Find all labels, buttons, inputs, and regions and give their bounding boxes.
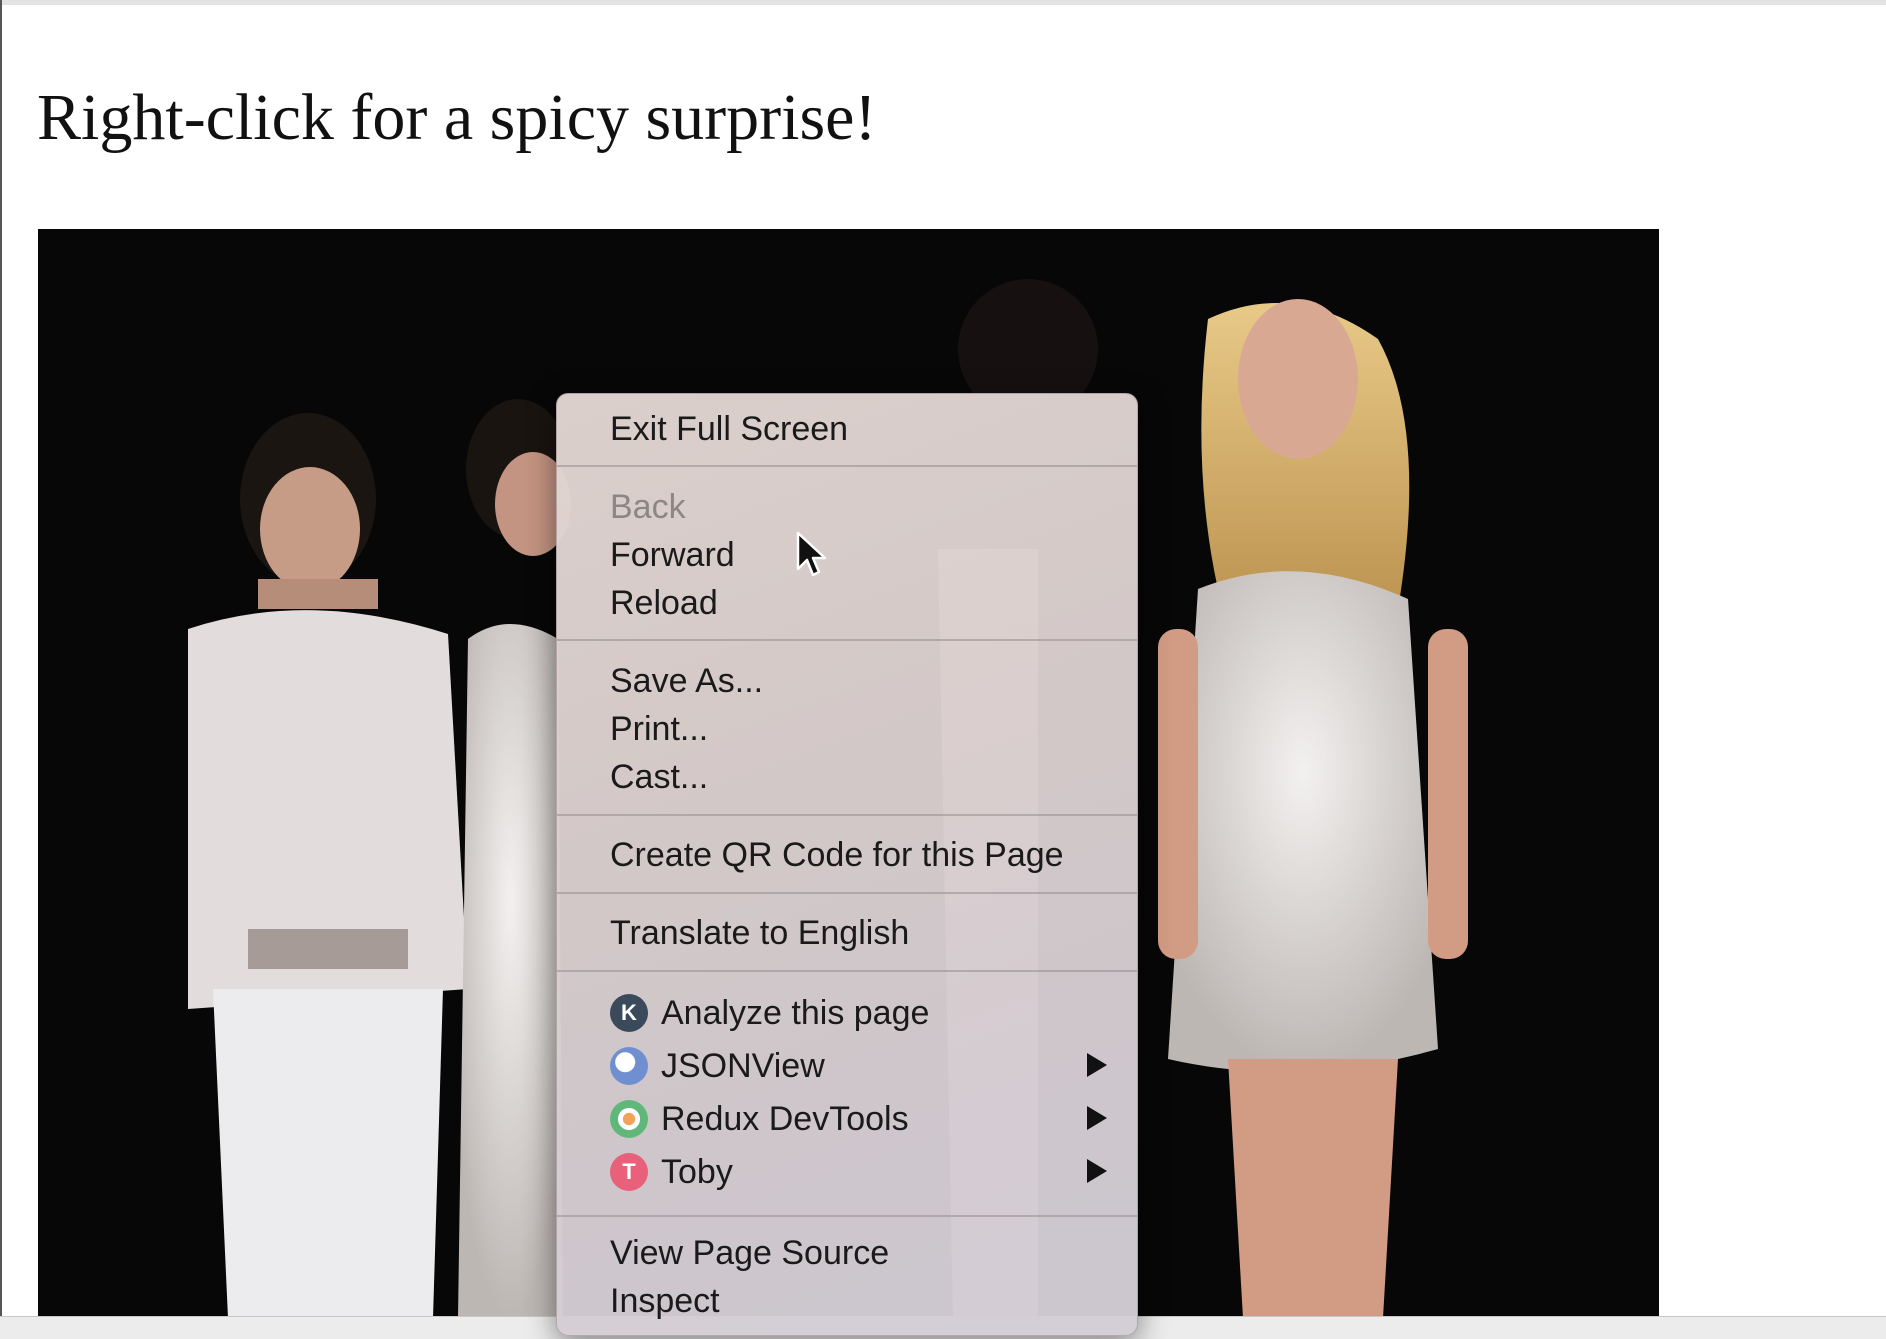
submenu-arrow-icon	[1087, 1053, 1107, 1077]
menu-item-label: Toby	[661, 1153, 733, 1191]
menu-item-label: Reload	[610, 584, 718, 622]
submenu-arrow-icon	[1087, 1159, 1107, 1183]
browser-top-edge	[0, 0, 1886, 5]
menu-item-toby[interactable]: T Toby	[557, 1151, 1137, 1195]
menu-separator	[557, 465, 1137, 467]
window-left-edge	[0, 0, 2, 1318]
menu-item-save-as[interactable]: Save As...	[557, 660, 1137, 704]
menu-item-label: Forward	[610, 536, 735, 574]
menu-item-label: JSONView	[661, 1047, 825, 1085]
toby-icon: T	[610, 1153, 648, 1191]
menu-item-back: Back	[557, 486, 1137, 530]
page-heading: Right-click for a spicy surprise!	[37, 81, 877, 154]
menu-separator	[557, 814, 1137, 816]
menu-item-forward[interactable]: Forward	[557, 534, 1137, 578]
menu-item-label: Cast...	[610, 758, 709, 796]
menu-item-view-page-source[interactable]: View Page Source	[557, 1232, 1137, 1276]
menu-item-label: Analyze this page	[661, 994, 930, 1032]
menu-item-exit-full-screen[interactable]: Exit Full Screen	[557, 408, 1137, 452]
menu-item-label: Save As...	[610, 662, 764, 700]
menu-item-print[interactable]: Print...	[557, 708, 1137, 752]
menu-separator	[557, 892, 1137, 894]
menu-item-label: Exit Full Screen	[610, 410, 849, 448]
menu-item-label: Inspect	[610, 1282, 720, 1320]
menu-item-create-qr-code[interactable]: Create QR Code for this Page	[557, 834, 1137, 878]
mouse-pointer-icon	[796, 531, 827, 577]
menu-item-label: Create QR Code for this Page	[610, 836, 1064, 874]
menu-item-label: View Page Source	[610, 1234, 890, 1272]
menu-item-label: Redux DevTools	[661, 1100, 909, 1138]
jsonview-icon	[610, 1047, 648, 1085]
context-menu: Exit Full Screen Back Forward Reload Sav…	[556, 393, 1138, 1336]
menu-item-label: Translate to English	[610, 914, 910, 952]
menu-separator	[557, 970, 1137, 972]
menu-item-inspect[interactable]: Inspect	[557, 1280, 1137, 1324]
menu-separator	[557, 1215, 1137, 1217]
menu-item-label: Print...	[610, 710, 709, 748]
submenu-arrow-icon	[1087, 1106, 1107, 1130]
redux-devtools-icon	[610, 1100, 648, 1138]
menu-item-translate[interactable]: Translate to English	[557, 912, 1137, 956]
menu-item-redux-devtools[interactable]: Redux DevTools	[557, 1098, 1137, 1142]
menu-item-jsonview[interactable]: JSONView	[557, 1045, 1137, 1089]
k-extension-icon: K	[610, 994, 648, 1032]
menu-item-reload[interactable]: Reload	[557, 582, 1137, 626]
menu-separator	[557, 639, 1137, 641]
menu-item-analyze-this-page[interactable]: K Analyze this page	[557, 992, 1137, 1036]
menu-item-cast[interactable]: Cast...	[557, 756, 1137, 800]
menu-item-label: Back	[610, 488, 686, 526]
